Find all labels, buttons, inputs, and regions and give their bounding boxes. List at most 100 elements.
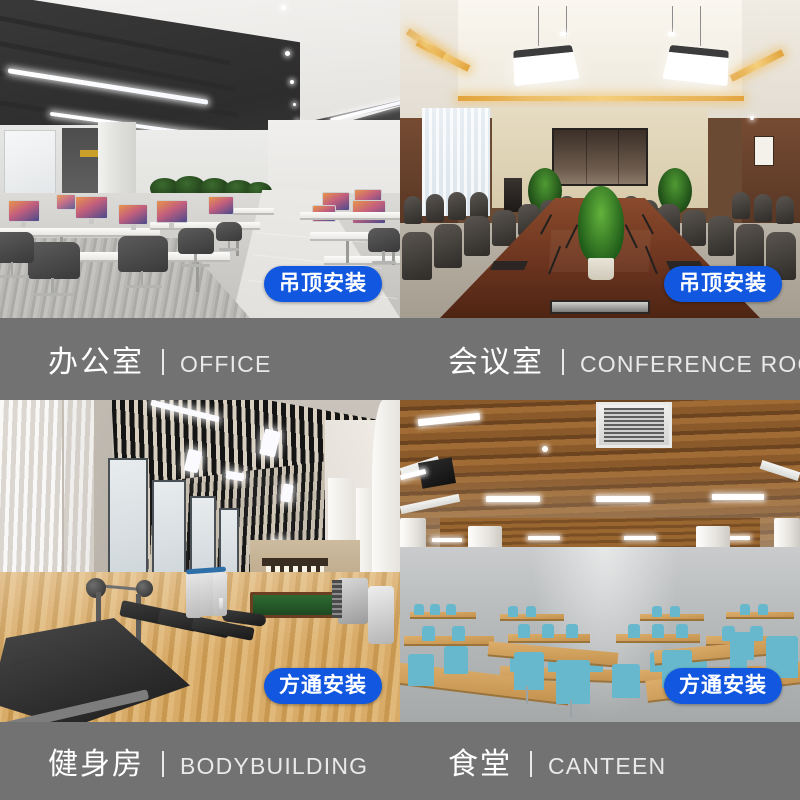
conference-chair bbox=[434, 224, 462, 268]
office-monitor-stand bbox=[89, 219, 94, 224]
scenario-card-bodybuilding[interactable]: 方通安装 健身房 BODYBUILDING bbox=[0, 400, 400, 800]
canteen-vent-grille bbox=[604, 408, 664, 442]
conference-downlight bbox=[668, 32, 675, 36]
gym-elliptical bbox=[213, 572, 227, 616]
title-separator bbox=[562, 349, 564, 375]
canteen-chair bbox=[518, 624, 530, 638]
office-downlight bbox=[285, 51, 290, 56]
canteen-linear-light bbox=[624, 536, 656, 540]
canteen-chair bbox=[514, 652, 544, 690]
conference-chair bbox=[708, 216, 734, 256]
canteen-chair-leg bbox=[570, 700, 572, 718]
badge-bodybuilding: 方通安装 bbox=[264, 668, 382, 705]
title-en-office: OFFICE bbox=[180, 351, 272, 377]
conference-lamp-wire bbox=[538, 6, 539, 46]
canteen-table bbox=[404, 636, 494, 646]
canteen-chair bbox=[612, 664, 640, 698]
office-monitor bbox=[56, 194, 76, 210]
canteen-photo: 方通安装 bbox=[400, 400, 800, 722]
office-chair bbox=[368, 228, 400, 268]
canteen-chair bbox=[670, 606, 680, 617]
conference-table-port bbox=[489, 261, 529, 270]
conference-display-screen bbox=[552, 128, 648, 186]
gym-pendant-rail bbox=[262, 558, 328, 566]
gym-weight-machine bbox=[338, 578, 368, 624]
office-chair bbox=[0, 232, 34, 284]
conference-plant-pot bbox=[588, 258, 614, 280]
conference-chair bbox=[736, 224, 764, 268]
caption-bar-bodybuilding: 健身房 BODYBUILDING bbox=[0, 722, 400, 800]
badge-conference-room: 吊顶安装 bbox=[664, 266, 782, 303]
scenario-card-conference-room[interactable]: 吊顶安装 会议室 CONFERENCE ROOM bbox=[400, 0, 800, 400]
canteen-chair bbox=[444, 646, 468, 674]
office-chair bbox=[178, 228, 214, 272]
title-separator bbox=[530, 751, 532, 777]
conference-cove-light bbox=[458, 96, 744, 101]
conference-side-chair bbox=[426, 194, 444, 222]
office-photo: 吊顶安装 bbox=[0, 0, 400, 318]
canteen-chair bbox=[452, 626, 465, 641]
conference-downlight bbox=[750, 116, 754, 120]
application-scenario-grid: 吊顶安装 办公室 OFFICE 吊顶安装 会议室 CONFERENCE RO 方… bbox=[0, 0, 800, 800]
office-monitor-stand bbox=[21, 222, 26, 227]
canteen-chair bbox=[628, 624, 640, 638]
conference-room-photo: 吊顶安装 bbox=[400, 0, 800, 318]
office-downlight bbox=[281, 5, 286, 10]
conference-side-chair bbox=[404, 196, 422, 224]
conference-center-plant bbox=[578, 186, 624, 264]
office-monitor-stand bbox=[131, 225, 136, 230]
canteen-chair bbox=[526, 606, 536, 617]
badge-office: 吊顶安装 bbox=[264, 266, 382, 303]
title-cn-canteen: 食堂 bbox=[448, 747, 512, 782]
office-downlight bbox=[290, 80, 294, 84]
office-monitor bbox=[8, 200, 40, 222]
title-separator bbox=[162, 349, 164, 375]
office-desk-leg bbox=[346, 241, 349, 263]
bodybuilding-photo: 方通安装 bbox=[0, 400, 400, 722]
caption-bar-canteen: 食堂 CANTEEN bbox=[400, 722, 800, 800]
gym-water-bottle bbox=[219, 598, 223, 609]
canteen-chair bbox=[556, 660, 590, 704]
title-separator bbox=[162, 751, 164, 777]
title-cn-bodybuilding: 健身房 bbox=[48, 747, 144, 782]
canteen-chair bbox=[508, 606, 518, 617]
canteen-chair bbox=[430, 604, 440, 615]
conference-chair bbox=[492, 210, 516, 246]
conference-side-chair bbox=[776, 196, 794, 224]
canteen-chair bbox=[408, 654, 434, 686]
office-monitor bbox=[75, 196, 108, 219]
conference-side-chair bbox=[448, 192, 466, 220]
canteen-chair bbox=[652, 606, 662, 617]
canteen-chair bbox=[542, 624, 554, 638]
canteen-chair bbox=[730, 632, 754, 660]
scenario-card-canteen[interactable]: 方通安装 食堂 CANTEEN bbox=[400, 400, 800, 800]
title-en-canteen: CANTEEN bbox=[548, 753, 667, 779]
canteen-chair bbox=[566, 624, 578, 638]
badge-canteen: 方通安装 bbox=[664, 668, 782, 705]
gym-exercise-bike bbox=[368, 586, 394, 644]
canteen-chair bbox=[758, 604, 768, 615]
conference-wall-poster bbox=[754, 136, 774, 166]
conference-lamp-wire bbox=[700, 6, 701, 46]
canteen-chair bbox=[422, 626, 435, 641]
caption-bar-office: 办公室 OFFICE bbox=[0, 318, 400, 400]
canteen-chair bbox=[740, 604, 750, 615]
scenario-card-office[interactable]: 吊顶安装 办公室 OFFICE bbox=[0, 0, 400, 400]
title-en-conference-room: CONFERENCE ROOM bbox=[580, 351, 800, 377]
office-monitor bbox=[208, 196, 234, 215]
gym-pool-table bbox=[250, 592, 338, 618]
canteen-linear-light bbox=[486, 496, 540, 502]
office-monitor-stand bbox=[169, 223, 174, 228]
office-downlight bbox=[293, 103, 296, 106]
office-glass-panel bbox=[4, 130, 56, 202]
conference-side-chair bbox=[732, 192, 750, 219]
title-cn-office: 办公室 bbox=[48, 345, 144, 380]
conference-table-port bbox=[550, 300, 650, 314]
canteen-chair-leg bbox=[526, 686, 528, 704]
canteen-linear-light bbox=[528, 536, 560, 540]
canteen-chair bbox=[676, 624, 688, 638]
office-monitor bbox=[118, 204, 148, 225]
office-monitor bbox=[156, 200, 188, 223]
conference-side-chair bbox=[470, 192, 488, 219]
canteen-linear-light bbox=[712, 494, 764, 500]
